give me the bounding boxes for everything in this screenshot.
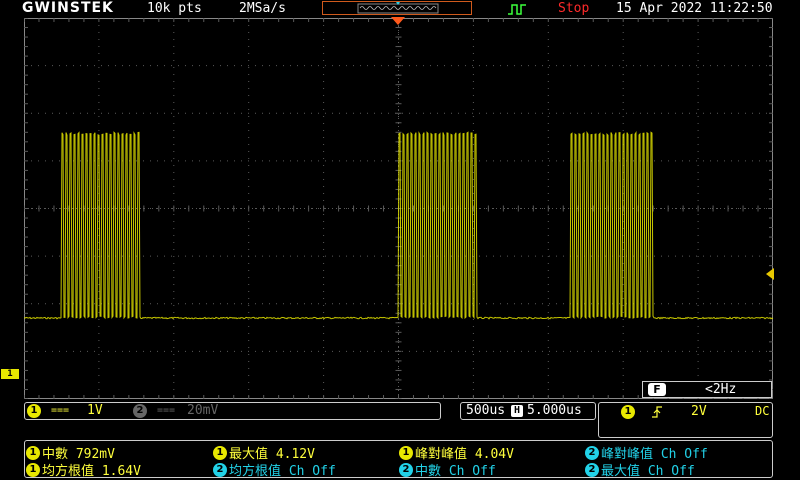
rising-edge-icon: [652, 406, 662, 418]
ch1-scale[interactable]: 1V: [87, 403, 103, 418]
trigger-level[interactable]: 2V: [691, 404, 707, 419]
measurement-item[interactable]: 2 均方根值 Ch Off: [213, 460, 336, 479]
meas-ch-badge: 2: [213, 462, 227, 477]
sample-rate: 2MSa/s: [239, 1, 286, 16]
ch1-waveform: [24, 131, 773, 320]
measurement-item[interactable]: 1 均方根值 1.64V: [26, 460, 141, 479]
meas-value: 最大值 Ch Off: [601, 464, 695, 479]
trigger-status-icon: [508, 4, 526, 15]
measurement-panel: 1 中數 792mV 1 最大值 4.12V 1 峰對峰值 4.04V 2 峰對峰值 C…: [24, 440, 773, 479]
ch2-badge: 2: [133, 404, 147, 418]
status-bar: GWINSTEK 10k pts 2MSa/s Stop 15 Apr 2022…: [0, 0, 800, 18]
measurement-item[interactable]: 2 中數 Ch Off: [399, 460, 496, 479]
waveform-display: [24, 18, 773, 399]
meas-ch-badge: 2: [585, 462, 599, 477]
meas-ch-badge: 2: [399, 462, 413, 477]
measurement-item[interactable]: 2 最大值 Ch Off: [585, 460, 695, 479]
meas-ch-badge: 1: [213, 445, 227, 460]
meas-value: 中數 Ch Off: [415, 464, 496, 479]
trigger-level-marker[interactable]: [766, 268, 774, 280]
timebase-bar: 500us H 5.000us: [460, 402, 596, 420]
frequency-icon: F: [648, 383, 666, 396]
meas-value: 均方根值 1.64V: [42, 464, 141, 479]
trigger-settings: 1 2V DC: [598, 402, 773, 438]
frequency-counter: F <2Hz: [642, 381, 772, 398]
brand-logo: GWINSTEK: [22, 0, 114, 16]
ch1-badge: 1: [27, 404, 41, 418]
channel-settings-bar: 1 === 1V 2 === 20mV: [24, 402, 441, 420]
ch1-coupling-icon: ===: [51, 405, 70, 416]
ch1-ground-marker[interactable]: 1: [1, 369, 19, 379]
meas-ch-badge: 1: [26, 445, 40, 460]
trigger-coupling[interactable]: DC: [755, 404, 769, 418]
horizontal-position-icon: H: [511, 405, 523, 417]
horizontal-position[interactable]: 5.000us: [527, 403, 582, 418]
ch2-coupling-icon: ===: [157, 405, 176, 416]
record-length: 10k pts: [147, 1, 202, 16]
trigger-position-marker[interactable]: [391, 17, 405, 26]
frequency-value: <2Hz: [705, 382, 737, 397]
trigger-source-badge: 1: [621, 405, 635, 419]
memory-bar: [322, 1, 472, 15]
meas-ch-badge: 2: [585, 445, 599, 460]
graticule: [24, 18, 773, 399]
meas-ch-badge: 1: [399, 445, 413, 460]
ch1-trace: [24, 131, 773, 320]
date-time: 15 Apr 2022 11:22:50: [616, 1, 773, 16]
meas-ch-badge: 1: [26, 462, 40, 477]
meas-value: 均方根值 Ch Off: [229, 464, 336, 479]
timebase-scale[interactable]: 500us: [466, 403, 505, 418]
run-stop-state[interactable]: Stop: [558, 1, 589, 16]
ch2-scale[interactable]: 20mV: [187, 403, 218, 418]
